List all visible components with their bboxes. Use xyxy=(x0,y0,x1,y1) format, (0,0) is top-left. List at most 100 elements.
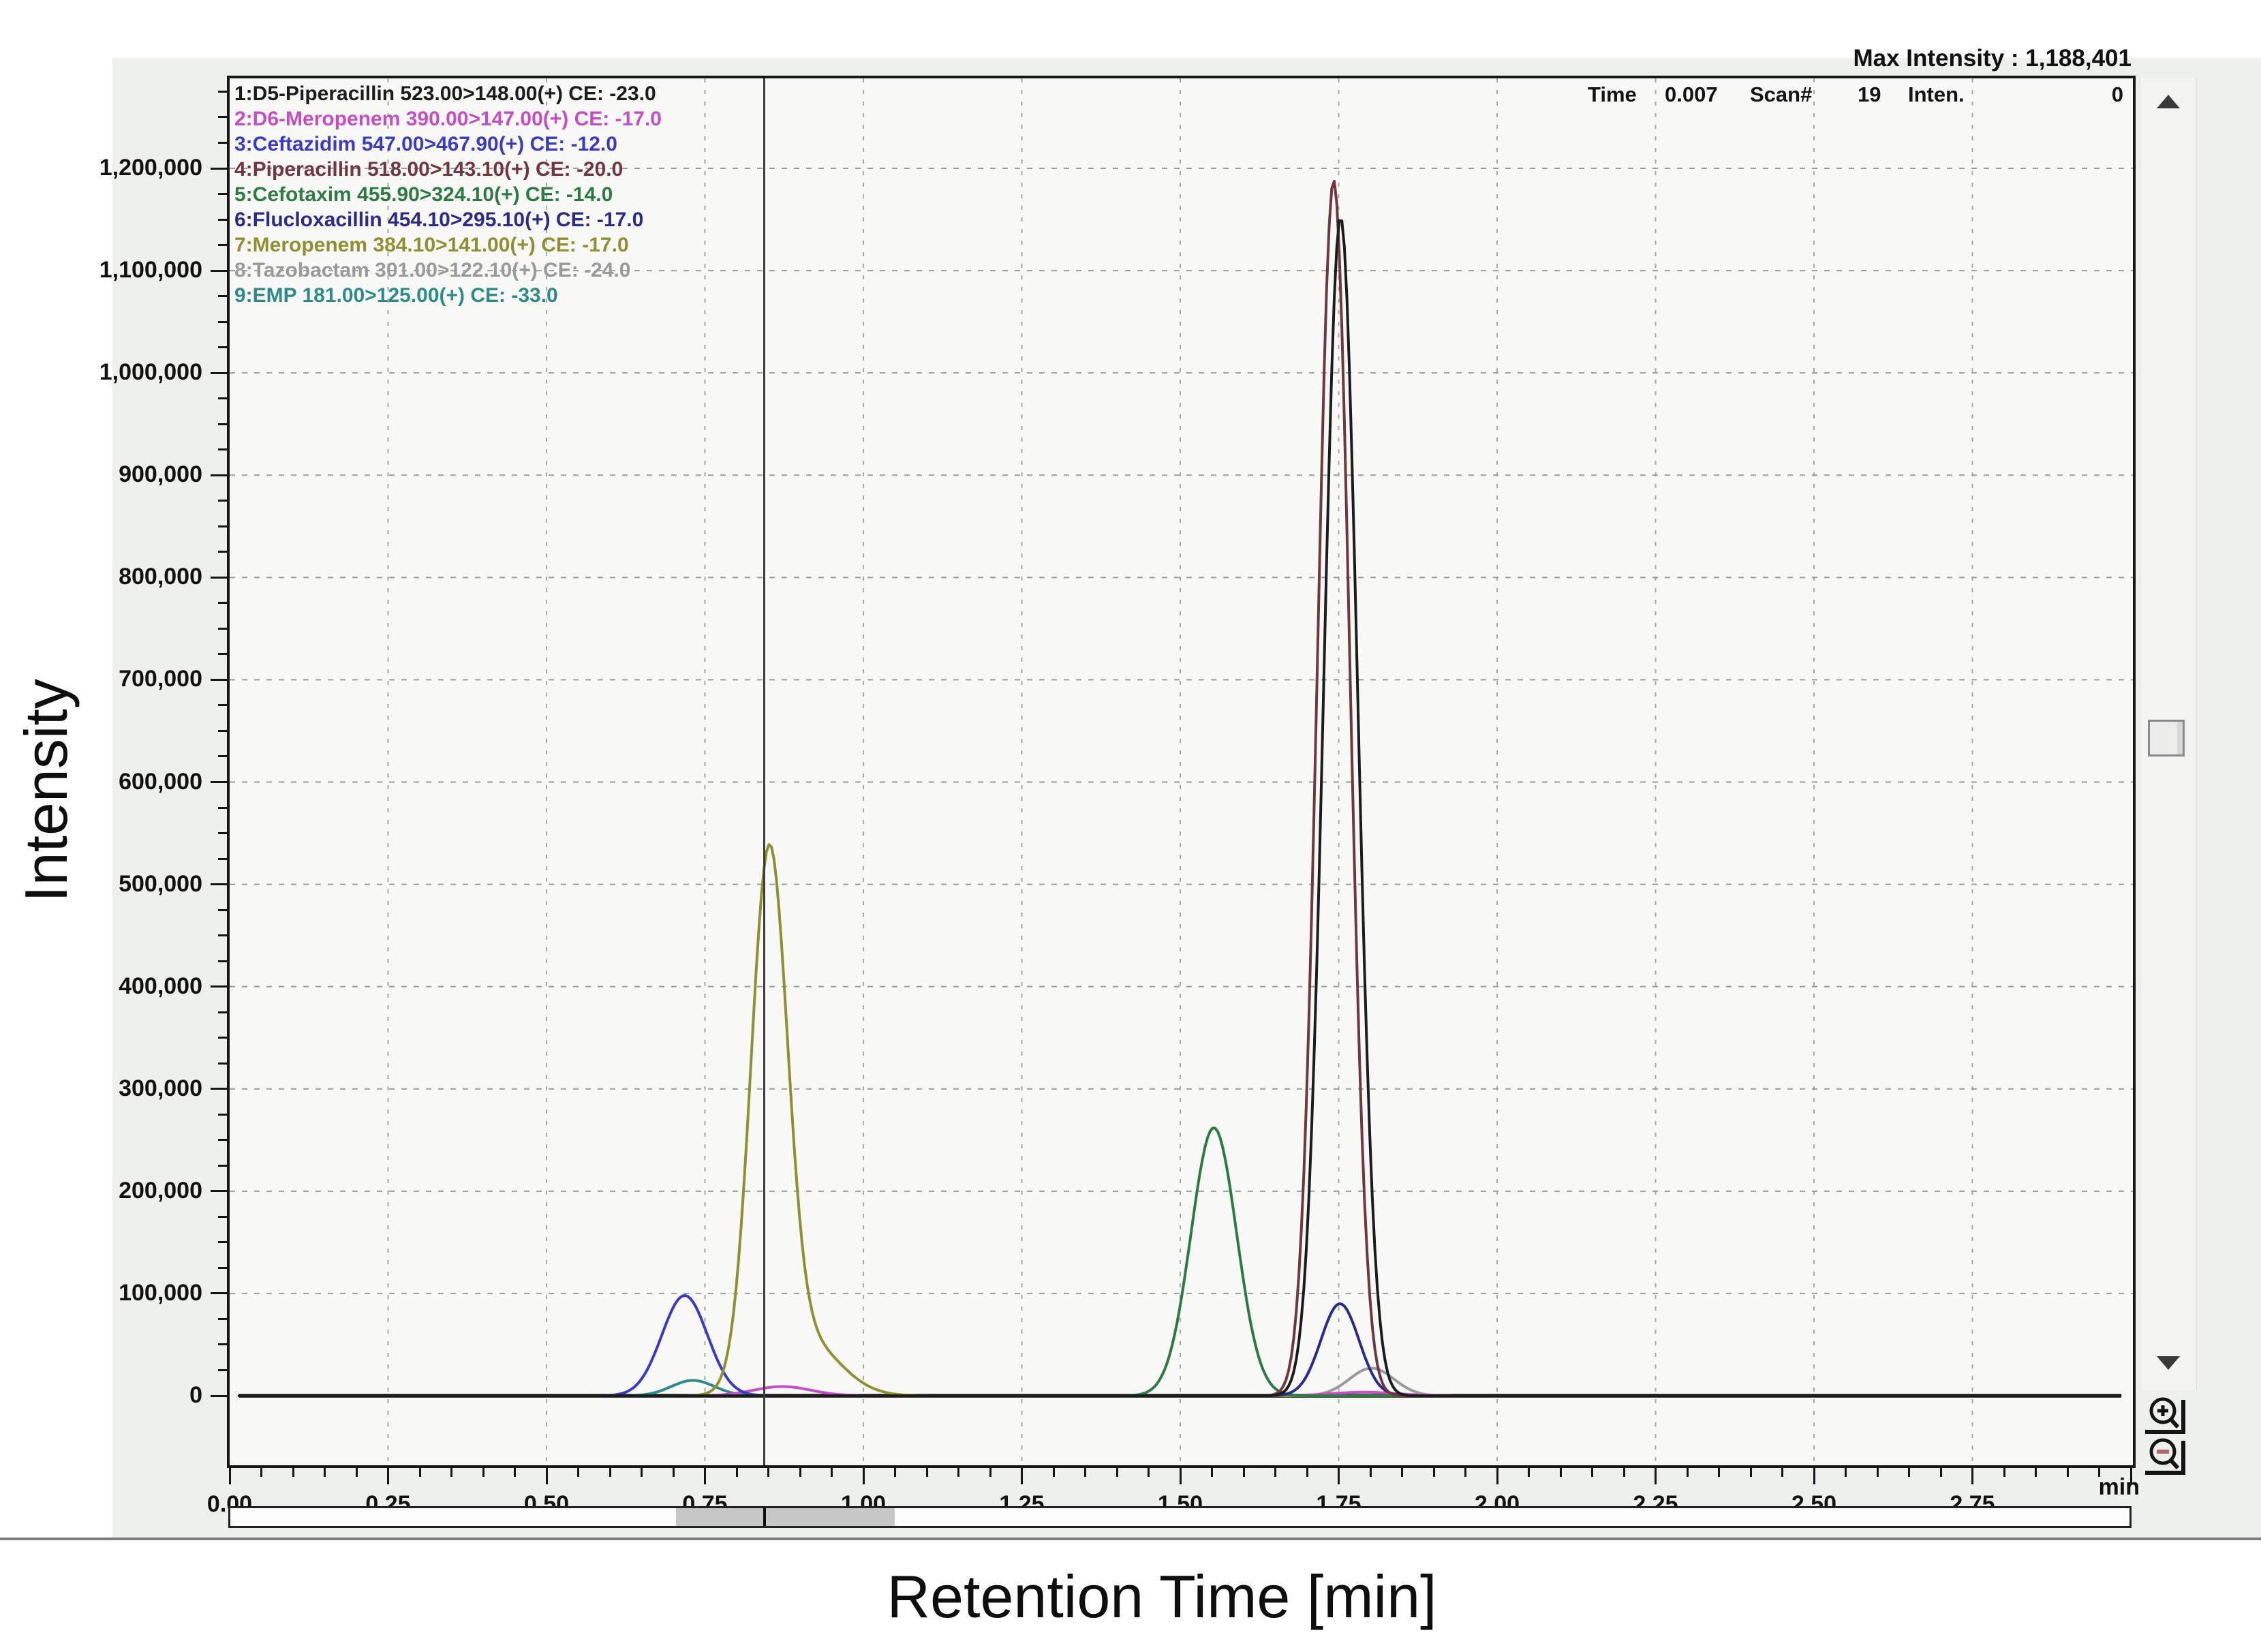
y-minor-tick xyxy=(218,909,227,911)
x-major-tick xyxy=(863,1468,865,1484)
y-minor-tick xyxy=(218,346,227,348)
tracker-cursor[interactable] xyxy=(763,1508,766,1526)
scroll-up-arrow-icon[interactable] xyxy=(2157,95,2180,108)
y-minor-tick xyxy=(218,1369,227,1371)
x-minor-tick xyxy=(1623,1468,1625,1477)
time-value: 0.007 xyxy=(1665,82,1718,107)
y-minor-tick xyxy=(218,116,227,118)
x-major-tick xyxy=(704,1468,706,1484)
x-minor-tick xyxy=(1306,1468,1308,1477)
y-minor-tick xyxy=(218,1011,227,1013)
x-minor-tick xyxy=(926,1468,928,1477)
y-minor-tick xyxy=(218,1318,227,1320)
magnifier-minus-icon xyxy=(2138,1435,2198,1476)
y-major-tick xyxy=(211,781,227,783)
x-major-tick xyxy=(1971,1468,1973,1484)
y-major-tick xyxy=(211,168,227,170)
trace-6-Flucloxacillin xyxy=(239,1304,2120,1396)
legend-item: 6:Flucloxacillin 454.10>295.10(+) CE: -1… xyxy=(234,207,662,232)
x-minor-tick xyxy=(1781,1468,1783,1477)
y-major-tick xyxy=(211,1395,227,1397)
y-major-tick xyxy=(211,1292,227,1294)
y-major-tick xyxy=(211,1088,227,1090)
x-minor-tick xyxy=(292,1468,294,1477)
inten-value: 0 xyxy=(2112,82,2123,107)
y-tick-label: 200,000 xyxy=(66,1178,202,1204)
plot-area[interactable]: 1:D5-Piperacillin 523.00>148.00(+) CE: -… xyxy=(227,76,2136,1468)
y-axis-title: Intensity xyxy=(12,679,81,902)
x-minor-tick xyxy=(324,1468,326,1477)
x-minor-tick xyxy=(2067,1468,2069,1477)
legend-item: 4:Piperacillin 518.00>143.10(+) CE: -20.… xyxy=(234,157,662,182)
x-minor-tick xyxy=(1908,1468,1910,1477)
y-minor-tick xyxy=(218,934,227,936)
y-minor-tick xyxy=(218,244,227,246)
x-minor-tick xyxy=(1116,1468,1118,1477)
x-minor-tick xyxy=(1591,1468,1593,1477)
x-minor-tick xyxy=(1560,1468,1562,1477)
y-tick-label: 500,000 xyxy=(66,871,202,898)
legend-item: 7:Meropenem 384.10>141.00(+) CE: -17.0 xyxy=(234,232,662,258)
y-minor-tick xyxy=(218,1114,227,1116)
y-minor-tick xyxy=(218,628,227,630)
y-minor-tick xyxy=(218,1165,227,1167)
y-minor-tick xyxy=(218,551,227,553)
y-minor-tick xyxy=(218,525,227,527)
x-major-tick xyxy=(1180,1468,1182,1484)
y-tick-label: 700,000 xyxy=(66,666,202,692)
vertical-scrollbar[interactable] xyxy=(2140,78,2197,1390)
x-minor-tick xyxy=(1845,1468,1847,1477)
tracker-selection[interactable] xyxy=(676,1508,895,1526)
y-minor-tick xyxy=(218,142,227,144)
x-major-tick xyxy=(1655,1468,1657,1484)
y-minor-tick xyxy=(218,1216,227,1218)
x-minor-tick xyxy=(1718,1468,1720,1477)
y-minor-tick xyxy=(218,397,227,399)
y-minor-tick xyxy=(218,602,227,604)
y-minor-tick xyxy=(218,858,227,860)
x-minor-tick xyxy=(767,1468,769,1477)
scroll-down-arrow-icon[interactable] xyxy=(2157,1356,2180,1370)
zoom-controls xyxy=(2138,1394,2201,1476)
y-minor-tick xyxy=(218,1267,227,1269)
application-window: Max Intensity : 1,188,401 1:D5-Piperacil… xyxy=(0,0,2261,1652)
x-minor-tick xyxy=(641,1468,643,1477)
y-minor-tick xyxy=(218,653,227,655)
y-tick-label: 100,000 xyxy=(66,1280,202,1306)
x-minor-tick xyxy=(577,1468,579,1477)
legend-item: 1:D5-Piperacillin 523.00>148.00(+) CE: -… xyxy=(234,81,662,106)
y-tick-label: 400,000 xyxy=(66,973,202,1000)
y-major-tick xyxy=(211,985,227,988)
y-major-tick xyxy=(211,474,227,476)
scan-label: Scan# xyxy=(1750,82,1812,107)
inten-label: Inten. xyxy=(1908,82,1965,107)
max-intensity-readout: Max Intensity : 1,188,401 xyxy=(1567,45,2132,72)
zoom-in-button[interactable] xyxy=(2138,1394,2198,1435)
time-range-tracker[interactable] xyxy=(228,1506,2132,1528)
y-tick-label: 800,000 xyxy=(66,564,202,590)
y-minor-tick xyxy=(218,423,227,425)
y-tick-label: 300,000 xyxy=(66,1075,202,1102)
y-minor-tick xyxy=(218,832,227,834)
y-major-tick xyxy=(211,577,227,579)
y-minor-tick xyxy=(218,730,227,732)
x-minor-tick xyxy=(1053,1468,1055,1477)
magnifier-plus-icon xyxy=(2138,1394,2198,1435)
x-major-tick xyxy=(546,1468,548,1484)
x-minor-tick xyxy=(609,1468,611,1477)
x-axis-unit-label: min xyxy=(2072,1474,2140,1501)
y-tick-label: 1,200,000 xyxy=(66,155,202,181)
zoom-out-button[interactable] xyxy=(2138,1435,2198,1476)
scrollbar-thumb[interactable] xyxy=(2148,720,2185,756)
x-minor-tick xyxy=(1750,1468,1752,1477)
x-minor-tick xyxy=(894,1468,896,1477)
y-minor-tick xyxy=(218,1062,227,1065)
x-minor-tick xyxy=(1940,1468,1942,1477)
legend-item: 9:EMP 181.00>125.00(+) CE: -33.0 xyxy=(234,283,662,308)
cursor-line[interactable] xyxy=(763,78,765,1465)
y-tick-label: 600,000 xyxy=(66,769,202,795)
y-minor-tick xyxy=(218,704,227,706)
y-tick-label: 1,000,000 xyxy=(66,359,202,386)
legend: 1:D5-Piperacillin 523.00>148.00(+) CE: -… xyxy=(234,81,662,308)
x-minor-tick xyxy=(482,1468,484,1477)
